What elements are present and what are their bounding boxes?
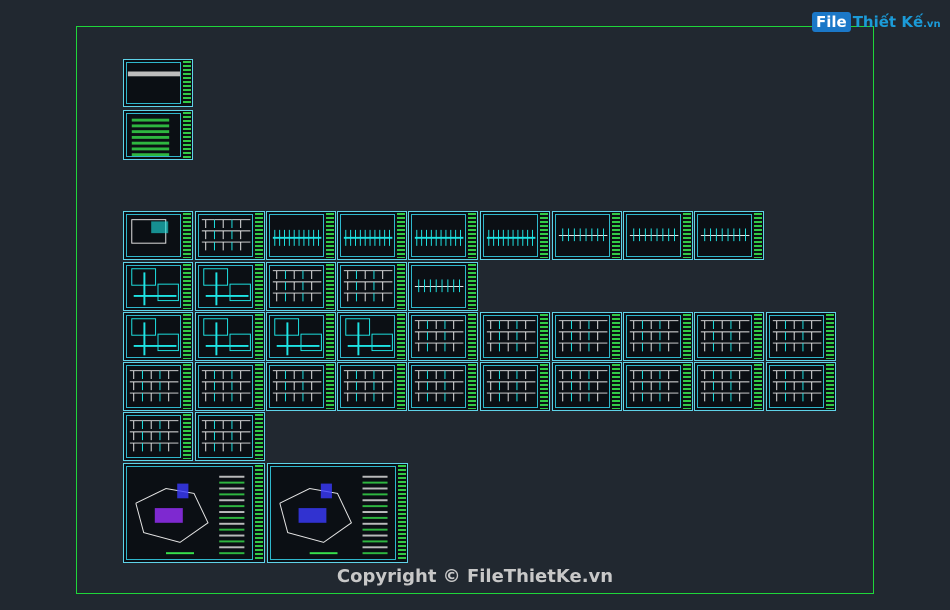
sheet-r3-8[interactable]	[623, 312, 693, 361]
sheet-r3-6[interactable]	[480, 312, 550, 361]
sheet-r1-9[interactable]	[694, 211, 764, 260]
sheet-r4-5[interactable]	[408, 362, 478, 411]
floor-plan-2[interactable]	[267, 463, 408, 563]
sheet-r2-4[interactable]	[337, 262, 407, 311]
sheet-r4-1[interactable]	[123, 362, 193, 411]
sheet-r1-2[interactable]	[195, 211, 265, 260]
sheet-r1-5[interactable]	[408, 211, 478, 260]
sheet-r4-2[interactable]	[195, 362, 265, 411]
index-sheet[interactable]	[123, 110, 193, 160]
sheet-r3-3[interactable]	[266, 312, 336, 361]
sheet-r2-2[interactable]	[195, 262, 265, 311]
logo-prefix: File	[812, 12, 851, 32]
sheet-r4-6[interactable]	[480, 362, 550, 411]
sheet-r2-1[interactable]	[123, 262, 193, 311]
sheet-r4-4[interactable]	[337, 362, 407, 411]
sheet-r2-3[interactable]	[266, 262, 336, 311]
sheet-r5-1[interactable]	[123, 412, 193, 461]
floor-plan-1[interactable]	[123, 463, 265, 563]
sheet-r1-3[interactable]	[266, 211, 336, 260]
sheet-r1-1[interactable]	[123, 211, 193, 260]
sheet-r4-8[interactable]	[623, 362, 693, 411]
logo-text: Thiết Kế.vn	[852, 13, 941, 31]
sheet-r1-8[interactable]	[623, 211, 693, 260]
sheet-r3-7[interactable]	[552, 312, 622, 361]
sheet-r3-5[interactable]	[408, 312, 478, 361]
sheet-r4-3[interactable]	[266, 362, 336, 411]
cover-sheet[interactable]	[123, 59, 193, 107]
sheet-r2-5[interactable]	[408, 262, 478, 311]
sheet-r3-4[interactable]	[337, 312, 407, 361]
sheet-r3-1[interactable]	[123, 312, 193, 361]
filethietke-logo: File Thiết Kế.vn	[812, 12, 941, 32]
sheet-r4-10[interactable]	[766, 362, 836, 411]
sheet-r3-10[interactable]	[766, 312, 836, 361]
sheet-r1-4[interactable]	[337, 211, 407, 260]
sheet-r3-9[interactable]	[694, 312, 764, 361]
sheet-r1-7[interactable]	[552, 211, 622, 260]
sheet-r4-9[interactable]	[694, 362, 764, 411]
sheet-r4-7[interactable]	[552, 362, 622, 411]
copyright-text: Copyright © FileThietKe.vn	[336, 566, 614, 587]
sheet-r5-2[interactable]	[195, 412, 265, 461]
sheet-r3-2[interactable]	[195, 312, 265, 361]
sheet-r1-6[interactable]	[480, 211, 550, 260]
